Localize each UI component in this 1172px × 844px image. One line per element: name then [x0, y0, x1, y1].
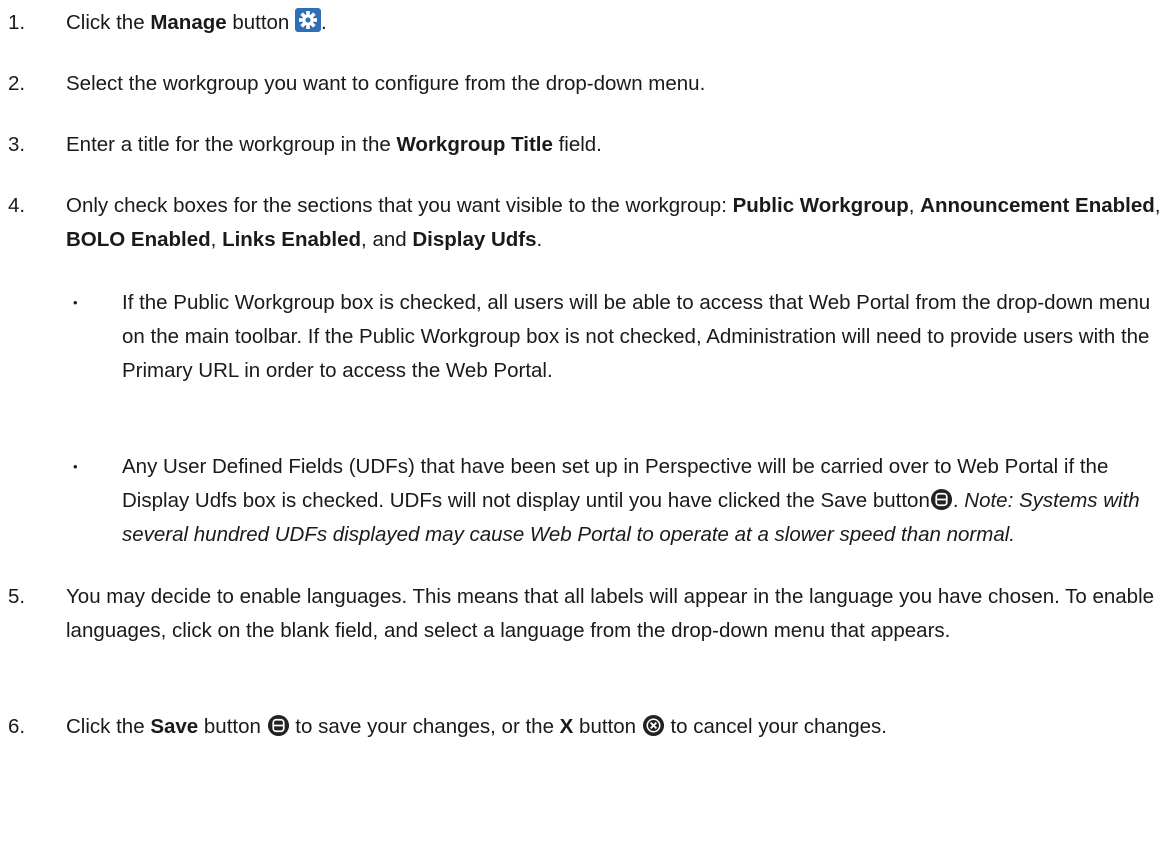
bolo-enabled-label: BOLO Enabled [66, 228, 211, 251]
step-text: Select the workgroup you want to configu… [66, 72, 706, 95]
bullet-text: Any User Defined Fields (UDFs) that have… [122, 455, 1140, 546]
announcement-enabled-label: Announcement Enabled [920, 194, 1155, 217]
workgroup-title-label: Workgroup Title [396, 133, 553, 156]
save-icon [930, 488, 952, 511]
step-number: 1. [8, 11, 26, 34]
step-number: 4. [8, 194, 26, 217]
bullet-mark: • [73, 459, 78, 474]
bullet-mark: • [73, 295, 78, 310]
cancel-icon [642, 714, 664, 737]
gear-icon [295, 8, 322, 32]
bullet-text: If the Public Workgroup box is checked, … [122, 291, 1151, 382]
public-workgroup-label: Public Workgroup [732, 194, 909, 217]
save-label: Save [150, 715, 199, 738]
manage-label: Manage [150, 11, 227, 34]
step-text: You may decide to enable languages. This… [66, 585, 1155, 642]
step-text: Click the Save button to save your chang… [66, 714, 887, 738]
step-text: Only check boxes for the sections that y… [66, 194, 1161, 251]
links-enabled-label: Links Enabled [222, 228, 362, 251]
instructions-document: 1. Click the Manage button . 2. Select t… [0, 0, 1172, 844]
step-text: Click the Manage button . [66, 6, 1172, 40]
x-label: X [559, 715, 574, 738]
step-text: Enter a title for the workgroup in the W… [66, 133, 602, 156]
save-icon [267, 714, 289, 737]
step-number: 6. [8, 715, 26, 738]
step-number: 2. [8, 72, 26, 95]
step-number: 3. [8, 133, 26, 156]
display-udfs-label: Display Udfs [412, 228, 537, 251]
step-number: 5. [8, 585, 26, 608]
